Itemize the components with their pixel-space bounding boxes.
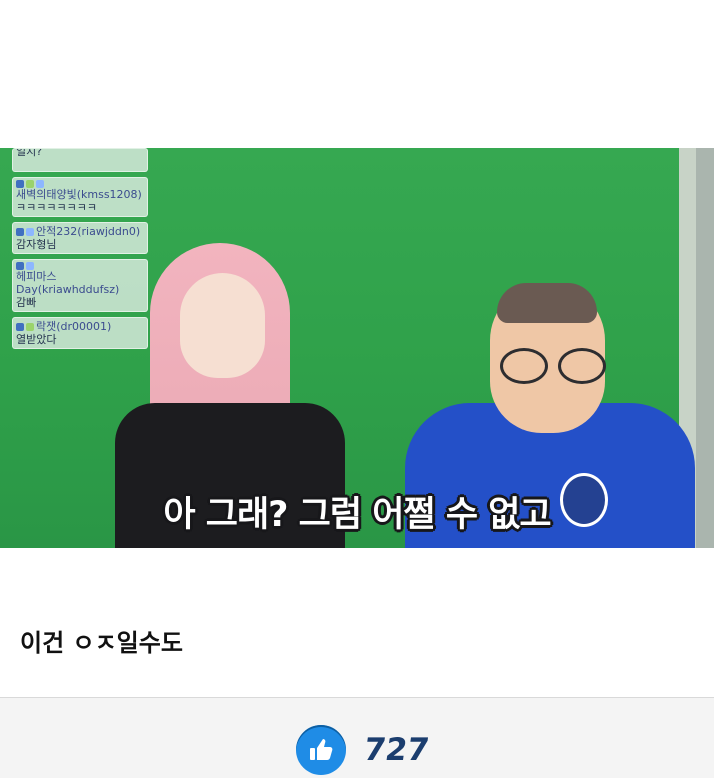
- buzzcut-hair: [497, 283, 597, 323]
- subscriber-badge-icon: [26, 262, 34, 270]
- thumbs-up-icon: [307, 736, 335, 764]
- fan-badge-icon: [26, 180, 34, 188]
- video-screenshot: 일지? 새벽의태양빛(kmss1208) ㅋㅋㅋㅋㅋㅋㅋㅋ 안적232(riaw…: [0, 148, 714, 548]
- post-text: 이건 ㅇㅈ일수도: [20, 629, 183, 657]
- chat-message-text: ㅋㅋㅋㅋㅋㅋㅋㅋ: [16, 201, 97, 214]
- fan-badge-icon: [26, 322, 34, 331]
- user-icon: [16, 227, 24, 236]
- subscriber-badge-icon: [26, 227, 34, 236]
- like-button[interactable]: [296, 725, 346, 775]
- subscriber-badge-icon: [36, 180, 44, 188]
- streamer-face: [180, 273, 265, 378]
- user-icon: [16, 180, 24, 188]
- like-count: 727: [361, 732, 432, 768]
- chat-message-text: 일지?: [16, 148, 43, 158]
- top-spacer: [0, 0, 714, 148]
- user-icon: [16, 322, 24, 331]
- chat-message: 새벽의태양빛(kmss1208) ㅋㅋㅋㅋㅋㅋㅋㅋ: [12, 177, 148, 217]
- chat-user: 새벽의태양빛(kmss1208): [16, 180, 144, 201]
- user-icon: [16, 262, 24, 270]
- chat-username: 새벽의태양빛(kmss1208): [16, 188, 142, 201]
- like-reaction[interactable]: 727: [296, 725, 436, 775]
- chat-message: 일지?: [12, 148, 148, 172]
- chat-user: 안적232(riawjddn0): [16, 225, 144, 238]
- glasses-icon: [500, 348, 606, 384]
- video-subtitle: 아 그래? 그럼 어쩔 수 없고: [163, 495, 551, 535]
- chat-username: 안적232(riawjddn0): [36, 225, 141, 238]
